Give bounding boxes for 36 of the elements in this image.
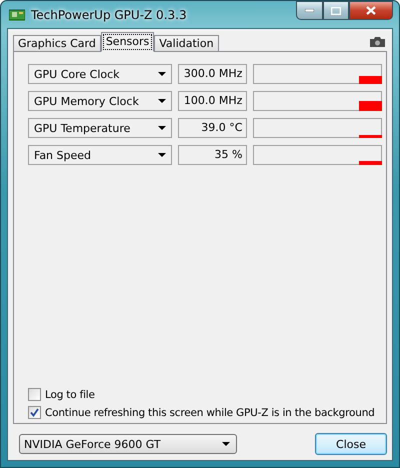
sensor-select[interactable]: Fan Speed (28, 145, 172, 165)
graph-bar (359, 161, 382, 165)
sensor-select[interactable]: GPU Temperature (28, 118, 172, 138)
sensor-reading: 35 % (178, 145, 248, 165)
checkbox-label: Log to file (45, 388, 95, 400)
checkbox-label: Continue refreshing this screen while GPU-Z is in the background (45, 406, 375, 418)
sensor-reading: 300.0 MHz (178, 64, 248, 84)
close-icon (366, 6, 376, 15)
sensor-select[interactable]: GPU Memory Clock (28, 91, 172, 111)
maximize-icon (331, 6, 341, 14)
sensor-select[interactable]: GPU Core Clock (28, 64, 172, 84)
tab[interactable]: Validation (154, 35, 219, 52)
graphics-card-icon (9, 8, 25, 20)
checkbox[interactable] (28, 388, 41, 401)
maximize-button[interactable] (323, 1, 349, 20)
dropdown-arrow-icon (158, 153, 166, 157)
dropdown-arrow-icon (158, 126, 166, 130)
dropdown-arrow-icon (158, 72, 166, 76)
sensor-reading: 100.0 MHz (178, 91, 248, 111)
dropdown-arrow-icon (222, 442, 230, 446)
graph-bar (359, 135, 382, 138)
graph-bar (359, 76, 382, 84)
graph-bar (359, 101, 382, 111)
minimize-button[interactable] (296, 1, 323, 20)
close-window-button[interactable] (349, 1, 393, 20)
tab[interactable]: Sensors (100, 32, 154, 52)
camera-icon[interactable] (370, 37, 385, 47)
window-title: TechPowerUp GPU-Z 0.3.3 (31, 8, 188, 22)
sensor-reading: 39.0 °C (178, 118, 248, 138)
minimize-icon (305, 9, 314, 12)
tab[interactable]: Graphics Card (13, 35, 101, 52)
checkbox[interactable] (28, 406, 41, 419)
dropdown-arrow-icon (158, 99, 166, 103)
device-select[interactable]: NVIDIA GeForce 9600 GT (19, 434, 237, 454)
checkmark-icon (30, 408, 39, 417)
close-button[interactable]: Close (315, 433, 387, 455)
